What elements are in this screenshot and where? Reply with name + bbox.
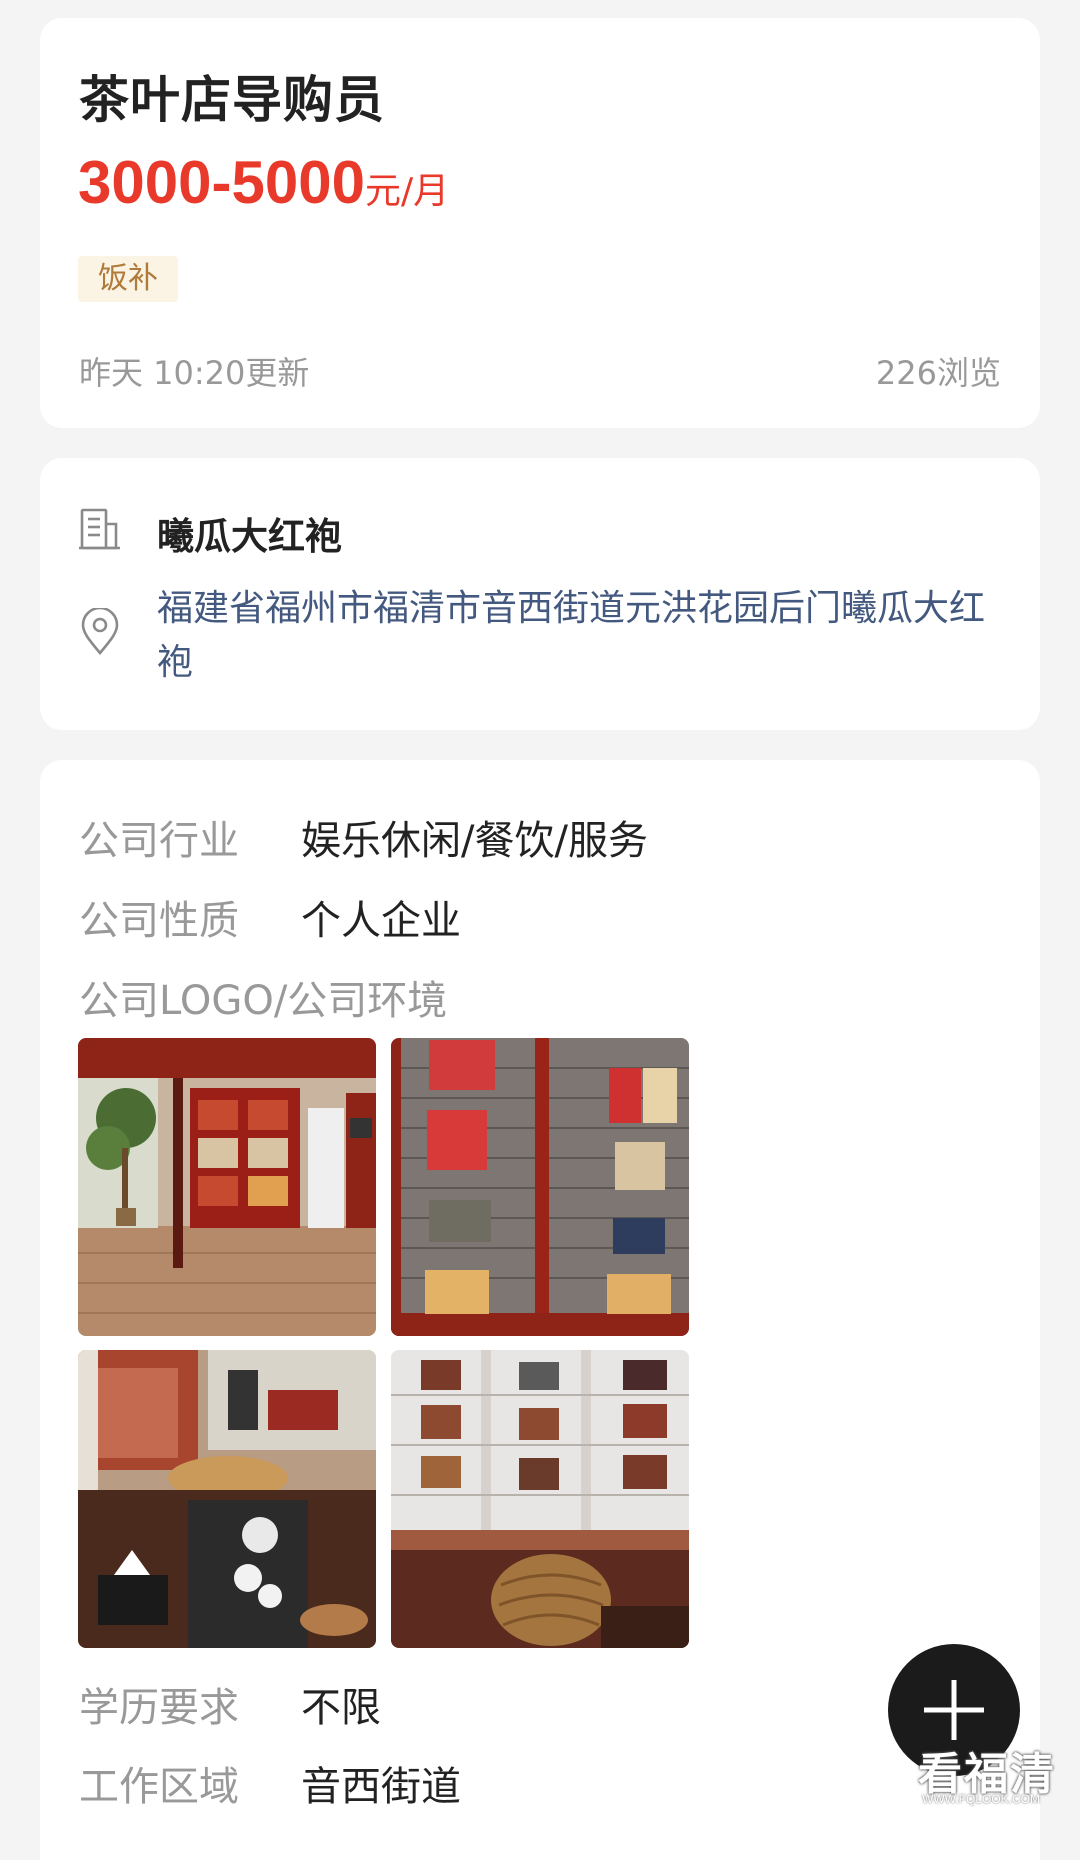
salary-amount: 3000-5000 bbox=[78, 149, 365, 216]
watermark-url: WWW.FQLOOK.COM bbox=[922, 1792, 1040, 1806]
building-icon bbox=[78, 506, 122, 554]
area-label: 工作区域 bbox=[79, 1764, 239, 1810]
tea-boxes-wall-photo[interactable] bbox=[391, 1038, 689, 1336]
area-value: 音西街道 bbox=[301, 1764, 461, 1810]
industry-label: 公司行业 bbox=[79, 818, 239, 864]
salary: 3000-5000元/月 bbox=[78, 148, 449, 217]
industry-value: 娱乐休闲/餐饮/服务 bbox=[301, 818, 648, 864]
education-value: 不限 bbox=[301, 1685, 381, 1731]
store-interior-photo[interactable] bbox=[78, 1038, 376, 1336]
location-pin-icon bbox=[78, 606, 122, 656]
view-count: 226浏览 bbox=[875, 354, 1001, 392]
update-time: 昨天 10:20更新 bbox=[79, 354, 310, 392]
job-summary-card: 茶叶店导购员 3000-5000元/月 饭补 昨天 10:20更新 226浏览 bbox=[40, 18, 1040, 428]
gallery-label: 公司LOGO/公司环境 bbox=[79, 978, 448, 1024]
benefit-tag: 饭补 bbox=[78, 256, 178, 302]
company-name[interactable]: 曦瓜大红袍 bbox=[157, 506, 342, 560]
nature-label: 公司性质 bbox=[79, 898, 239, 944]
company-address[interactable]: 福建省福州市福清市音西街道元洪花园后门曦瓜大红袍 bbox=[157, 582, 997, 690]
company-card[interactable]: 曦瓜大红袍 福建省福州市福清市音西街道元洪花园后门曦瓜大红袍 bbox=[40, 458, 1040, 730]
nature-value: 个人企业 bbox=[301, 898, 461, 944]
plus-icon bbox=[924, 1680, 984, 1740]
display-cabinet-photo[interactable] bbox=[391, 1350, 689, 1648]
tea-table-photo[interactable] bbox=[78, 1350, 376, 1648]
job-title: 茶叶店导购员 bbox=[79, 71, 385, 129]
education-label: 学历要求 bbox=[79, 1685, 239, 1731]
salary-unit: 元/月 bbox=[364, 171, 450, 212]
